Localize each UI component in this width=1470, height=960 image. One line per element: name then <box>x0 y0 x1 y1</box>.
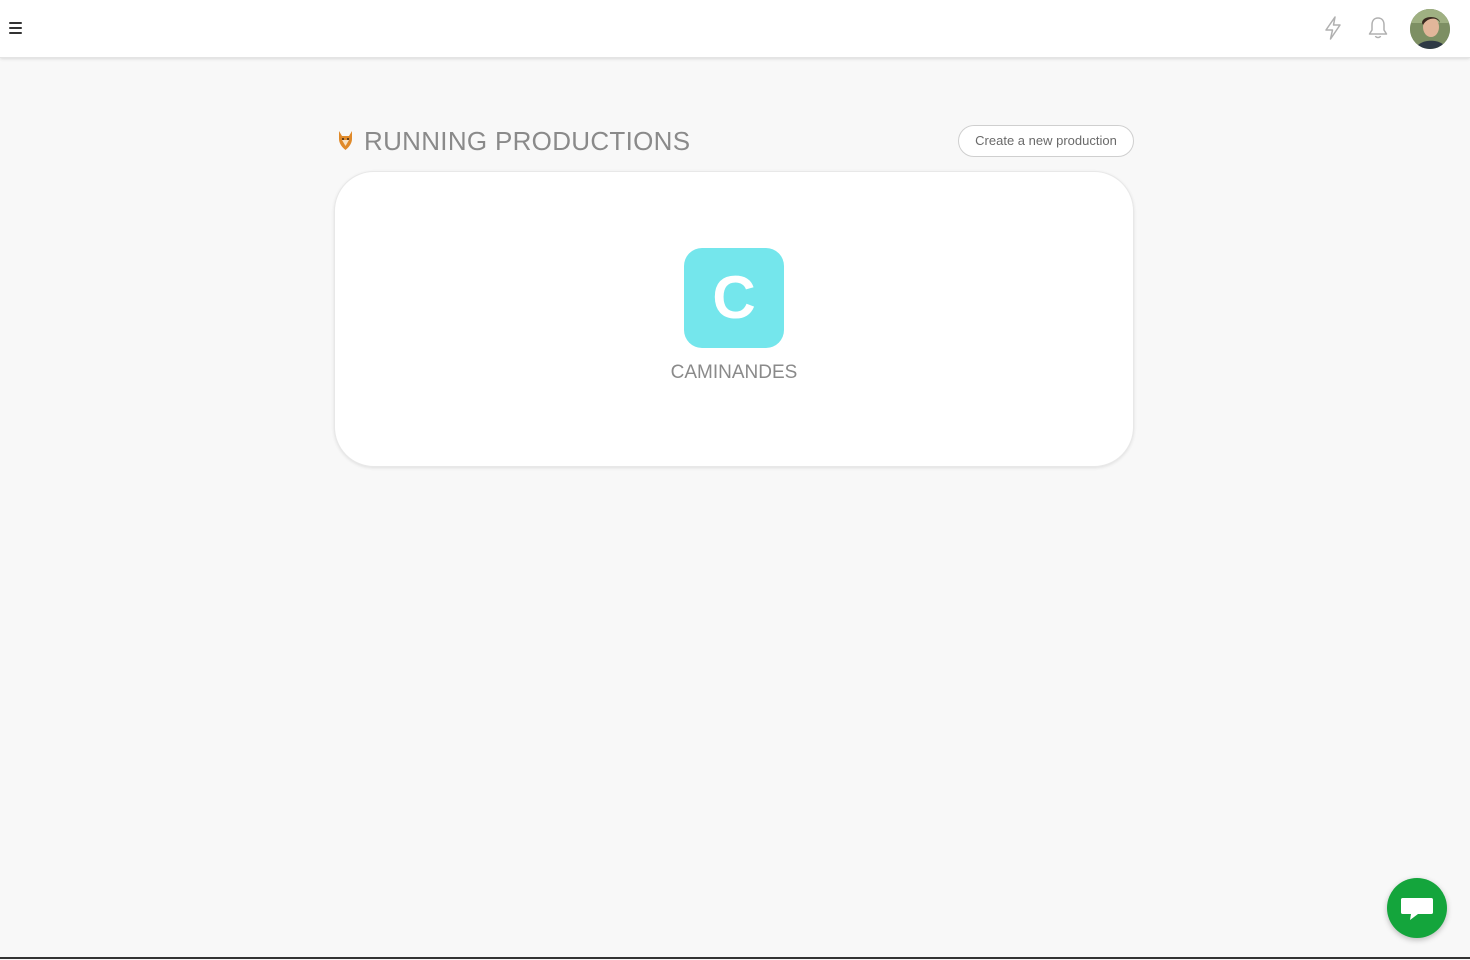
fox-icon <box>337 129 354 151</box>
lightning-icon[interactable] <box>1320 14 1346 42</box>
page-title: RUNNING PRODUCTIONS <box>364 126 691 156</box>
production-initial: C <box>712 264 756 331</box>
bottom-border <box>0 957 1470 959</box>
bell-icon[interactable] <box>1365 14 1391 42</box>
production-tile-caminandes[interactable]: C <box>684 248 784 348</box>
chat-bubble-icon <box>1401 898 1433 920</box>
user-avatar[interactable] <box>1410 9 1450 49</box>
production-name[interactable]: CAMINANDES <box>634 362 834 384</box>
hamburger-icon[interactable] <box>8 22 24 36</box>
chat-button[interactable] <box>1387 878 1447 938</box>
create-production-button[interactable]: Create a new production <box>958 125 1134 157</box>
top-bar <box>0 0 1470 58</box>
